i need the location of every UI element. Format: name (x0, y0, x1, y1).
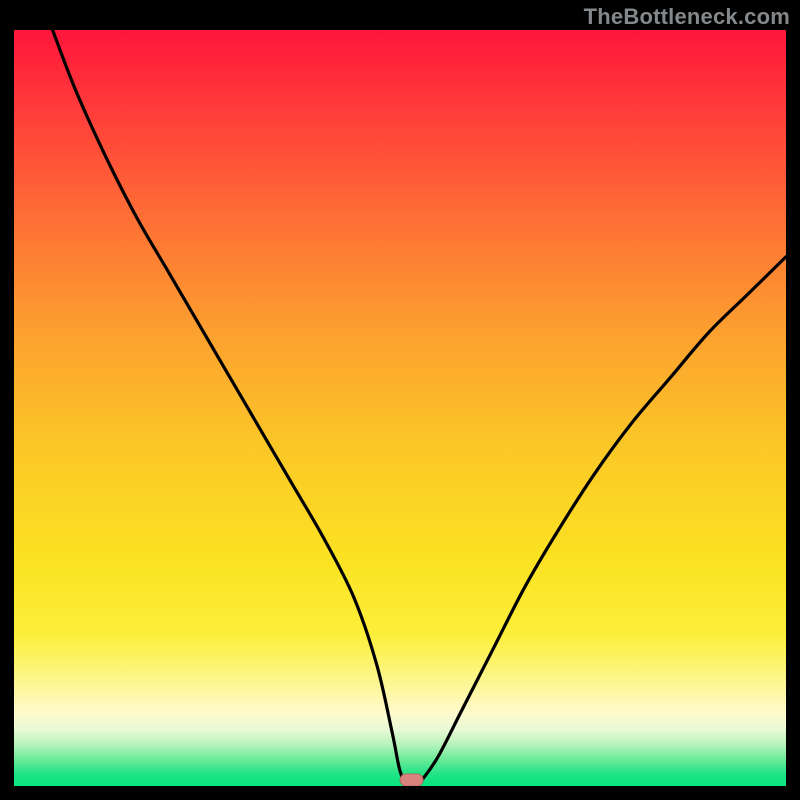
gradient-background (14, 30, 786, 786)
bottleneck-chart-svg (14, 30, 786, 786)
optimal-point-marker (400, 774, 423, 786)
chart-frame: TheBottleneck.com (0, 0, 800, 800)
attribution-label: TheBottleneck.com (584, 4, 790, 30)
plot-area (14, 30, 786, 786)
